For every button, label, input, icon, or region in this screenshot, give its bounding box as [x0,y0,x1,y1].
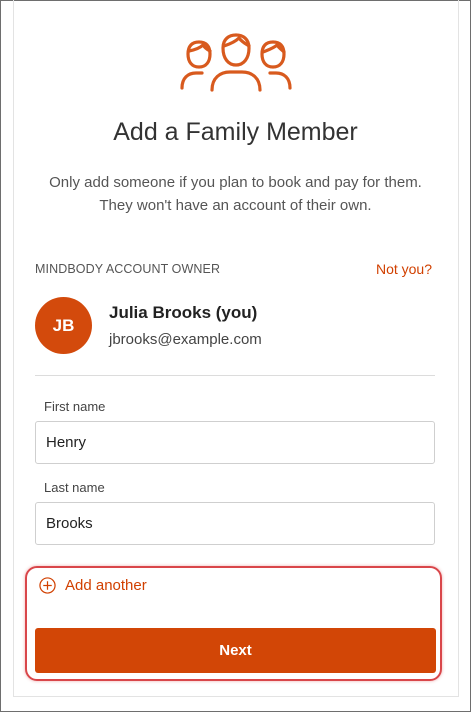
avatar-initials: JB [52,315,75,335]
owner-email: jbrooks@example.com [109,331,262,348]
divider [35,375,435,376]
add-another-label: Add another [65,577,147,594]
subtitle-line-2: They won't have an account of their own. [99,197,372,214]
account-owner-heading: MINDBODY ACCOUNT OWNER [35,262,221,276]
first-name-label: First name [44,399,106,414]
first-name-field[interactable] [35,421,435,464]
family-icon [180,33,292,92]
add-another-button[interactable]: Add another [39,577,147,594]
last-name-field[interactable] [35,502,435,545]
last-name-label: Last name [44,480,105,495]
avatar: JB [35,297,92,354]
next-button[interactable]: Next [35,628,436,673]
subtitle-line-1: Only add someone if you plan to book and… [49,174,422,191]
plus-circle-icon [39,577,56,594]
page-title: Add a Family Member [113,118,358,146]
owner-name: Julia Brooks (you) [109,303,258,322]
not-you-link[interactable]: Not you? [376,261,432,277]
